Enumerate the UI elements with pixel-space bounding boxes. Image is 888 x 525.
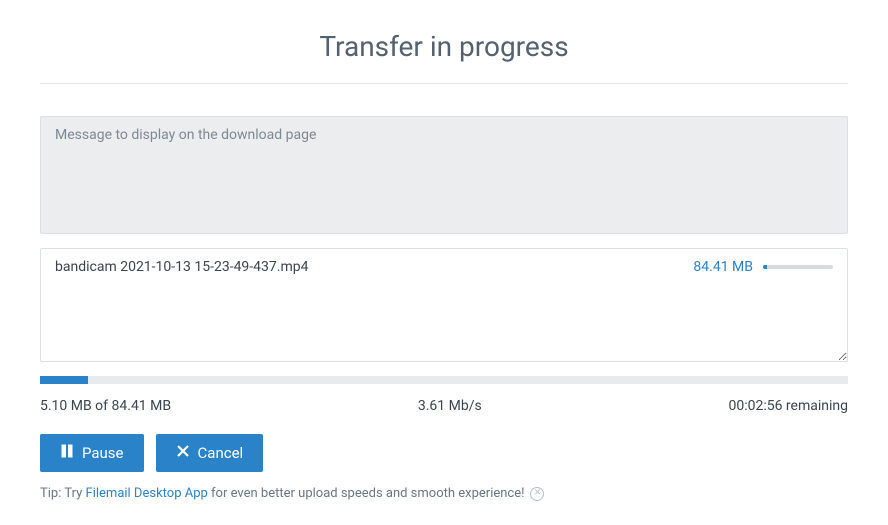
tip-row: Tip: Try Filemail Desktop App for even b… xyxy=(40,486,848,501)
speed-stat: 3.61 Mb/s xyxy=(418,398,482,414)
file-list: bandicam 2021-10-13 15-23-49-437.mp4 84.… xyxy=(40,248,848,362)
file-progress-fill xyxy=(763,265,767,269)
tip-text: Tip: Try Filemail Desktop App for even b… xyxy=(40,486,524,501)
file-progress-bar xyxy=(763,265,833,269)
stats-row: 5.10 MB of 84.41 MB 3.61 Mb/s 00:02:56 r… xyxy=(40,398,848,414)
page-title: Transfer in progress xyxy=(40,30,848,63)
file-name: bandicam 2021-10-13 15-23-49-437.mp4 xyxy=(55,259,308,275)
overall-progress-bar xyxy=(40,376,848,384)
tip-close-icon[interactable]: ✕ xyxy=(530,487,544,501)
cancel-button-label: Cancel xyxy=(198,444,244,462)
pause-button[interactable]: Pause xyxy=(40,434,144,472)
close-icon xyxy=(176,444,190,462)
pause-icon xyxy=(60,444,74,462)
file-size: 84.41 MB xyxy=(693,259,753,275)
remaining-stat: 00:02:56 remaining xyxy=(728,398,848,414)
tip-prefix: Tip: Try xyxy=(40,486,86,501)
pause-button-label: Pause xyxy=(82,444,124,462)
tip-link[interactable]: Filemail Desktop App xyxy=(86,486,208,501)
uploaded-stat: 5.10 MB of 84.41 MB xyxy=(40,398,171,414)
tip-suffix: for even better upload speeds and smooth… xyxy=(208,486,525,501)
cancel-button[interactable]: Cancel xyxy=(156,434,264,472)
button-row: Pause Cancel xyxy=(40,434,848,472)
divider xyxy=(40,83,848,84)
download-message-input[interactable] xyxy=(40,116,848,234)
file-right-group: 84.41 MB xyxy=(693,259,833,275)
overall-progress-fill xyxy=(40,376,88,384)
file-row: bandicam 2021-10-13 15-23-49-437.mp4 84.… xyxy=(55,259,833,275)
